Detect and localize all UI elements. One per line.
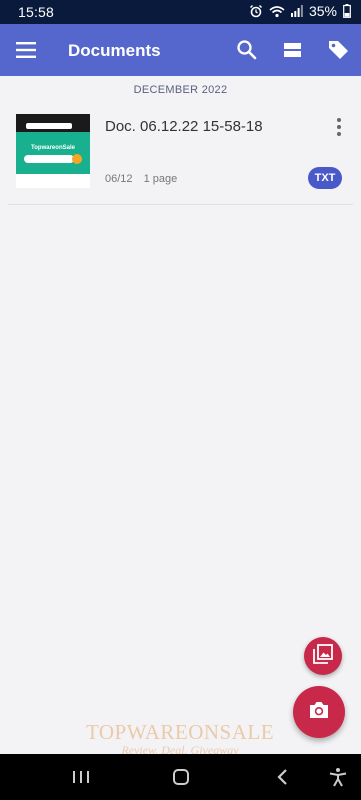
document-type-badge[interactable]: TXT bbox=[308, 167, 342, 189]
thumbnail-search-box bbox=[24, 155, 74, 163]
camera-icon bbox=[308, 700, 330, 725]
menu-icon[interactable] bbox=[16, 38, 38, 62]
section-header: DECEMBER 2022 bbox=[133, 84, 228, 96]
recents-icon[interactable] bbox=[70, 767, 92, 787]
watermark-brand: TOPWAREONSALE bbox=[85, 720, 275, 744]
alarm-icon bbox=[249, 4, 263, 18]
status-time: 15:58 bbox=[18, 4, 55, 20]
thumbnail-url-bar bbox=[26, 123, 72, 129]
search-icon[interactable] bbox=[234, 37, 260, 63]
page-title: Documents bbox=[68, 41, 161, 60]
watermark: TOPWAREONSALE Review. Deal. Giveaway bbox=[70, 720, 290, 758]
document-thumbnail[interactable]: TopwareonSale bbox=[16, 114, 90, 188]
battery-icon bbox=[343, 4, 351, 18]
tag-icon[interactable] bbox=[326, 37, 352, 63]
thumbnail-search-button bbox=[72, 154, 82, 164]
camera-button[interactable] bbox=[293, 686, 345, 738]
accessibility-icon[interactable] bbox=[327, 767, 349, 787]
gallery-icon bbox=[313, 643, 333, 669]
more-options-icon[interactable] bbox=[335, 117, 343, 137]
import-gallery-button[interactable] bbox=[304, 637, 342, 675]
view-layout-icon[interactable] bbox=[280, 37, 306, 63]
thumbnail-title: TopwareonSale bbox=[31, 145, 75, 151]
document-pages: 1 page bbox=[143, 173, 178, 185]
thumbnail-footer bbox=[16, 174, 90, 188]
list-item[interactable]: TopwareonSale Doc. 06.12.22 15-58-18 06/… bbox=[8, 106, 353, 205]
document-meta: 06/12 1 page bbox=[105, 173, 177, 185]
signal-icon bbox=[290, 5, 303, 17]
document-date: 06/12 bbox=[105, 173, 133, 185]
wifi-icon bbox=[269, 5, 285, 18]
navigation-bar bbox=[0, 754, 361, 800]
app-bar: Documents bbox=[0, 24, 361, 76]
status-bar: 15:58 35% bbox=[0, 0, 361, 24]
back-icon[interactable] bbox=[272, 767, 294, 787]
status-icons: 35% bbox=[249, 3, 351, 19]
document-title[interactable]: Doc. 06.12.22 15-58-18 bbox=[105, 118, 263, 135]
battery-level: 35% bbox=[308, 3, 337, 19]
home-icon[interactable] bbox=[170, 767, 192, 787]
